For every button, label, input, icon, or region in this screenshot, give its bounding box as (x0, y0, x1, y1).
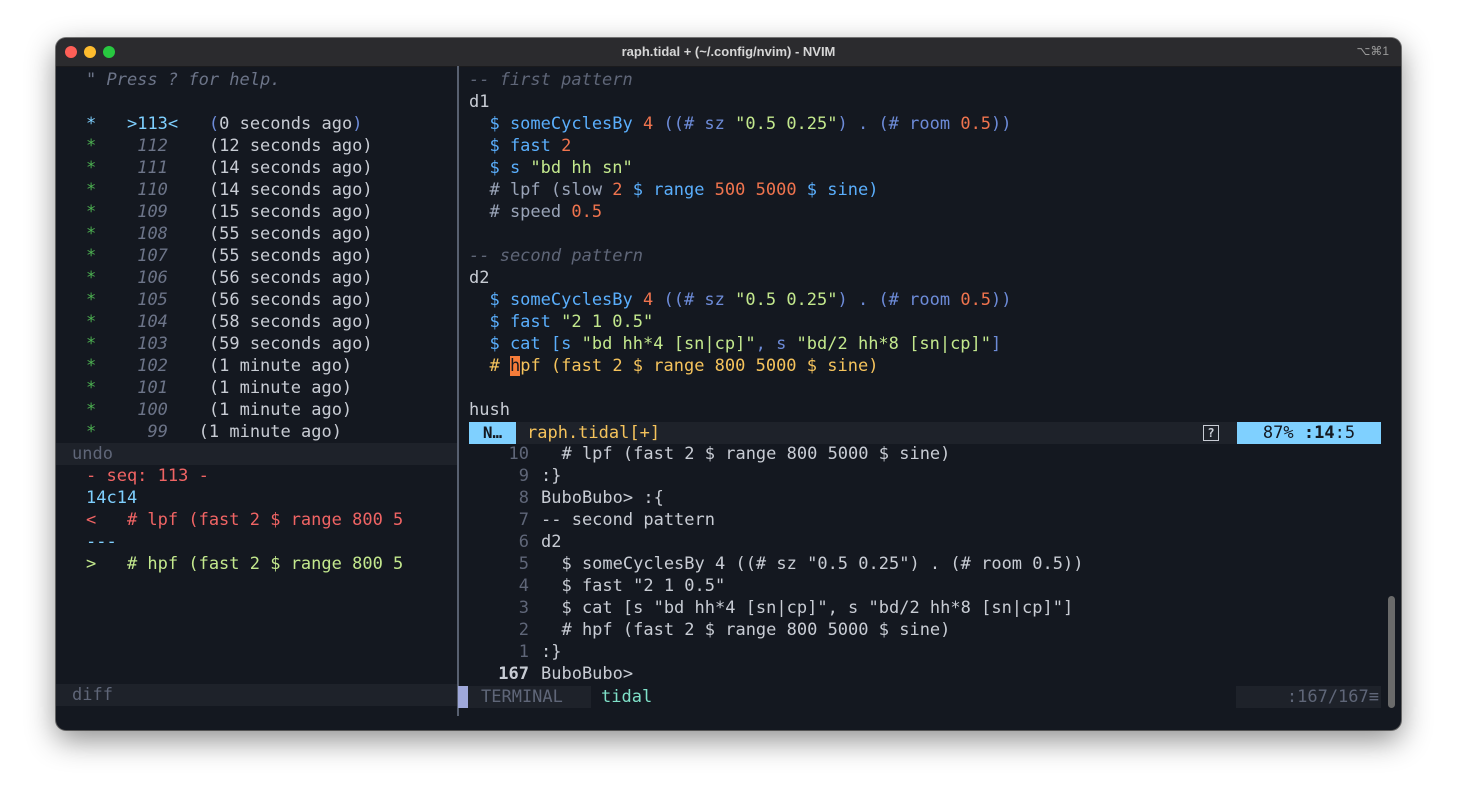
code-line: $ someCyclesBy 4 ((# sz "0.5 0.25") . (#… (469, 290, 1012, 310)
undo-entry[interactable]: * 101 (1 minute ago) (86, 377, 473, 399)
code-line: $ fast 2 (469, 136, 572, 156)
terminal-line-text: BuboBubo> (541, 664, 634, 684)
terminal-line-text: BuboBubo> :{ (541, 488, 664, 508)
terminal-line-number: 8 (518, 488, 529, 508)
undo-entry[interactable]: * 112 (12 seconds ago) (86, 135, 473, 157)
terminal-line-text: # lpf (fast 2 $ range 800 5000 $ sine) (541, 444, 951, 464)
code-line: -- first pattern (469, 70, 633, 90)
window-shortcut: ⌥⌘1 (1356, 44, 1389, 58)
code-line: $ someCyclesBy 4 ((# sz "0.5 0.25") . (#… (469, 114, 1012, 134)
diff-statusline: diff (56, 684, 457, 706)
code-line: d2 (469, 268, 490, 288)
window-title: raph.tidal + (~/.config/nvim) - NVIM (621, 44, 836, 59)
undo-entry[interactable]: * 107 (55 seconds ago) (86, 245, 473, 267)
code-line: # lpf (slow 2 $ range 500 5000 $ sine) (469, 180, 879, 200)
terminal-mode-marker (458, 686, 468, 708)
terminal-line: 6 d2 (469, 531, 1384, 553)
undo-entry[interactable]: * 105 (56 seconds ago) (86, 289, 473, 311)
undo-entry[interactable]: * 104 (58 seconds ago) (86, 311, 473, 333)
diff-change: 14c14 (86, 488, 138, 508)
undo-entry[interactable]: * 99 (1 minute ago) (86, 421, 473, 443)
terminal-statusline: TERMINAL tidal :167/167≡ (458, 686, 1381, 708)
undo-entry[interactable]: * 103 (59 seconds ago) (86, 333, 473, 355)
help-icon[interactable]: ? (1203, 425, 1219, 441)
terminal-label: TERMINAL (481, 687, 563, 707)
terminal-line: 5 $ someCyclesBy 4 ((# sz "0.5 0.25") . … (469, 553, 1384, 575)
undo-entry[interactable]: * 106 (56 seconds ago) (86, 267, 473, 289)
scrollbar[interactable] (1388, 596, 1395, 708)
terminal-line-number: 5 (518, 554, 529, 574)
vertical-split[interactable] (457, 66, 459, 716)
terminal-line-text: $ fast "2 1 0.5" (541, 576, 726, 596)
terminal-line-text: -- second pattern (541, 510, 715, 530)
undo-entry[interactable]: * 109 (15 seconds ago) (86, 201, 473, 223)
undo-entry[interactable]: * 111 (14 seconds ago) (86, 157, 473, 179)
terminal-line-number: 7 (518, 510, 529, 530)
terminal-line: 8 BuboBubo> :{ (469, 487, 1384, 509)
terminal-line: 9:} (469, 465, 1384, 487)
undotree-statusline: undo (56, 443, 457, 465)
terminal-name: tidal (591, 686, 1236, 708)
code-line-current: # hpf (fast 2 $ range 800 5000 $ sine) (469, 356, 879, 376)
terminal-line-text: # hpf (fast 2 $ range 800 5000 $ sine) (541, 620, 951, 640)
terminal-line: 2 # hpf (fast 2 $ range 800 5000 $ sine) (469, 619, 1384, 641)
code-line: $ fast "2 1 0.5" (469, 312, 654, 332)
undotree-help: " Press ? for help. (86, 70, 281, 90)
diff-status-label: diff (72, 685, 113, 705)
terminal-line-number: 167 (498, 664, 529, 684)
terminal-line-text: :} (541, 642, 562, 662)
code-line: $ s "bd hh sn" (469, 158, 633, 178)
undo-entry[interactable]: * 108 (55 seconds ago) (86, 223, 473, 245)
nvim-window: raph.tidal + (~/.config/nvim) - NVIM ⌥⌘1… (56, 38, 1401, 730)
terminal-line-text: $ someCyclesBy 4 ((# sz "0.5 0.25") . (#… (541, 554, 1084, 574)
undotree-status-label: undo (72, 444, 113, 464)
code-line: # speed 0.5 (469, 202, 603, 222)
terminal-line-text: $ cat [s "bd hh*4 [sn|cp]", s "bd/2 hh*8… (541, 598, 1074, 618)
terminal-line-number: 3 (518, 598, 529, 618)
terminal-line: 167 BuboBubo> (469, 663, 1384, 685)
diff-removed-line: < # lpf (fast 2 $ range 800 5 (86, 510, 404, 530)
title-bar: raph.tidal + (~/.config/nvim) - NVIM ⌥⌘1 (56, 38, 1401, 67)
code-line: -- second pattern (469, 246, 643, 266)
terminal-line-number: 2 (518, 620, 529, 640)
terminal-line: 4 $ fast "2 1 0.5" (469, 575, 1384, 597)
terminal-line: 1:} (469, 641, 1384, 663)
text-cursor: h (509, 356, 521, 376)
status-filename: raph.tidal[+] (527, 423, 661, 443)
terminal-line-number: 4 (518, 576, 529, 596)
code-line: $ cat [s "bd hh*4 [sn|cp]", s "bd/2 hh*8… (469, 334, 1002, 354)
code-line: hush (469, 400, 510, 420)
terminal-line-text: d2 (541, 532, 562, 552)
cursor-position: 87% :14:5 (1237, 422, 1381, 444)
terminal-line: 3 $ cat [s "bd hh*4 [sn|cp]", s "bd/2 hh… (469, 597, 1384, 619)
terminal-line-number: 10 (508, 444, 529, 464)
terminal-line-number: 6 (518, 532, 529, 552)
diff-separator: --- (86, 532, 117, 552)
terminal-line-number: 1 (518, 642, 529, 662)
mode-indicator: N… (469, 422, 516, 444)
diff-seq: - seq: 113 - (86, 466, 209, 486)
terminal-position: :167/167≡ (1286, 687, 1379, 707)
undo-entry[interactable]: * 102 (1 minute ago) (86, 355, 473, 377)
terminal-line: 7 -- second pattern (469, 509, 1384, 531)
terminal-line: 10 # lpf (fast 2 $ range 800 5000 $ sine… (469, 443, 1384, 465)
editor-statusline: N… raph.tidal[+] ? 87% :14:5 (469, 422, 1381, 444)
terminal-line-text: :} (541, 466, 562, 486)
undo-time: 0 seconds ago (219, 114, 353, 134)
undo-entry[interactable]: * >113< (0 seconds ago) (86, 113, 473, 135)
undo-entry[interactable]: * 100 (1 minute ago) (86, 399, 473, 421)
terminal-line-number: 9 (518, 466, 529, 486)
diff-added-line: > # hpf (fast 2 $ range 800 5 (86, 554, 404, 574)
code-line: d1 (469, 92, 490, 112)
undo-entry[interactable]: * 110 (14 seconds ago) (86, 179, 473, 201)
